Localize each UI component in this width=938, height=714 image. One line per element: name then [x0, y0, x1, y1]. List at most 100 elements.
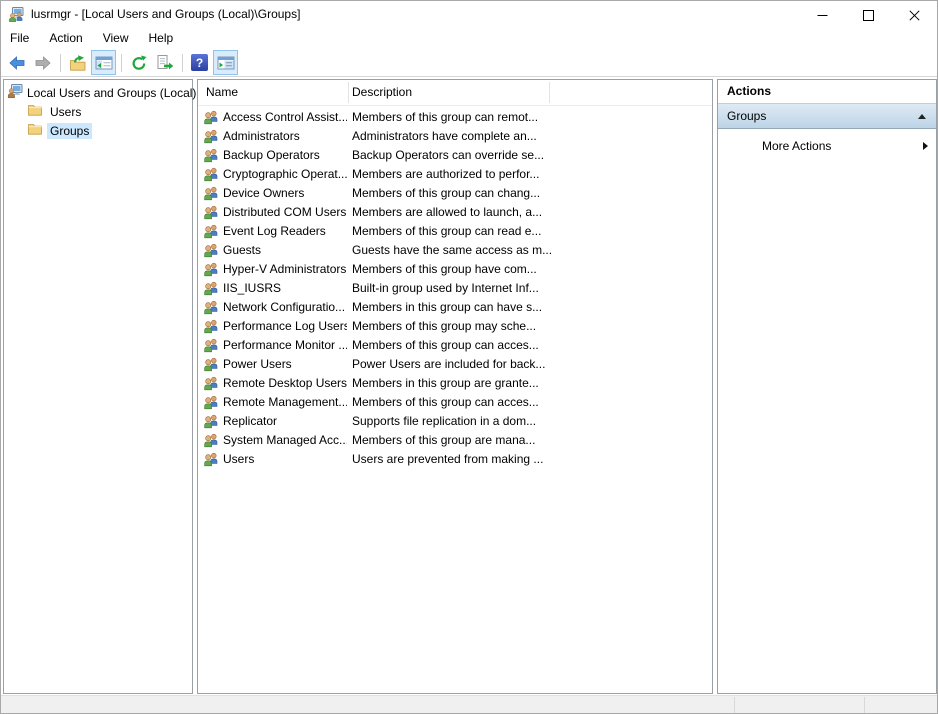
column-header-name[interactable]: Name: [206, 85, 238, 99]
menu-action[interactable]: Action: [47, 28, 92, 48]
tree-children: Users Groups: [4, 102, 192, 140]
table-row[interactable]: Network Configuratio... Members in this …: [198, 297, 712, 316]
group-list-pane: Name Description Access Control Assist..…: [197, 79, 713, 694]
group-list-body: Access Control Assist... Members of this…: [198, 107, 712, 468]
more-actions-item[interactable]: More Actions: [718, 136, 936, 156]
column-header-description[interactable]: Description: [352, 85, 412, 99]
group-icon-slot: [203, 413, 219, 429]
back-button[interactable]: [4, 50, 29, 75]
collapse-icon[interactable]: [918, 114, 926, 119]
table-row[interactable]: Performance Log Users Members of this gr…: [198, 316, 712, 335]
refresh-icon: [130, 54, 148, 72]
folder-icon: [27, 102, 43, 118]
group-description: Built-in group used by Internet Inf...: [352, 281, 539, 295]
folder-icon: [27, 121, 43, 137]
group-icon-slot: [203, 432, 219, 448]
group-icon: [203, 261, 219, 277]
show-hide-action-pane-button[interactable]: [213, 50, 238, 75]
maximize-button[interactable]: [845, 1, 891, 29]
group-icon-slot: [203, 223, 219, 239]
group-description: Members of this group can acces...: [352, 338, 539, 352]
menu-view[interactable]: View: [101, 28, 139, 48]
column-divider[interactable]: [348, 82, 349, 103]
menu-help[interactable]: Help: [147, 28, 184, 48]
group-icon-slot: [203, 166, 219, 182]
help-icon: ?: [191, 54, 208, 71]
table-row[interactable]: Performance Monitor ... Members of this …: [198, 335, 712, 354]
tree-item[interactable]: Users: [4, 102, 192, 121]
column-divider[interactable]: [549, 82, 550, 103]
window-title: lusrmgr - [Local Users and Groups (Local…: [31, 7, 300, 21]
tree-item-label: Groups: [47, 123, 92, 139]
group-description: Members in this group are grante...: [352, 376, 539, 390]
export-list-button[interactable]: [152, 50, 177, 75]
action-pane-icon: [217, 55, 235, 71]
table-row[interactable]: Device Owners Members of this group can …: [198, 183, 712, 202]
table-row[interactable]: Remote Desktop Users Members in this gro…: [198, 373, 712, 392]
back-icon: [8, 55, 26, 71]
list-header: Name Description: [198, 80, 712, 106]
group-icon-slot: [203, 147, 219, 163]
group-description: Members of this group can chang...: [352, 186, 540, 200]
close-button[interactable]: [891, 1, 937, 29]
tree-root-local-users-and-groups[interactable]: Local Users and Groups (Local): [4, 83, 192, 102]
minimize-button[interactable]: [799, 1, 845, 29]
group-icon: [203, 375, 219, 391]
group-icon: [203, 223, 219, 239]
actions-section-label: Groups: [727, 109, 766, 123]
actions-section-groups[interactable]: Groups: [718, 104, 936, 129]
group-icon: [203, 299, 219, 315]
table-row[interactable]: Hyper-V Administrators Members of this g…: [198, 259, 712, 278]
table-row[interactable]: Users Users are prevented from making ..…: [198, 449, 712, 468]
group-icon: [203, 147, 219, 163]
up-one-level-button[interactable]: [65, 50, 90, 75]
console-tree-icon: [95, 55, 113, 71]
status-bar-divider: [864, 697, 865, 713]
show-hide-console-tree-button[interactable]: [91, 50, 116, 75]
group-name: Access Control Assist...: [223, 110, 347, 124]
group-name: Guests: [223, 243, 261, 257]
group-description: Users are prevented from making ...: [352, 452, 543, 466]
refresh-button[interactable]: [126, 50, 151, 75]
toolbar: ?: [1, 49, 937, 77]
group-name: Power Users: [223, 357, 292, 371]
status-bar: [1, 695, 937, 713]
forward-button[interactable]: [30, 50, 55, 75]
group-description: Members in this group can have s...: [352, 300, 542, 314]
table-row[interactable]: Guests Guests have the same access as m.…: [198, 240, 712, 259]
group-name: Administrators: [223, 129, 300, 143]
group-icon-slot: [203, 375, 219, 391]
tree-item[interactable]: Groups: [4, 121, 192, 140]
group-icon-slot: [203, 356, 219, 372]
group-icon: [203, 356, 219, 372]
group-icon: [203, 318, 219, 334]
group-name: Distributed COM Users: [223, 205, 346, 219]
table-row[interactable]: Distributed COM Users Members are allowe…: [198, 202, 712, 221]
group-icon: [203, 432, 219, 448]
up-one-level-icon: [69, 54, 87, 72]
group-icon-slot: [203, 299, 219, 315]
table-row[interactable]: IIS_IUSRS Built-in group used by Interne…: [198, 278, 712, 297]
toolbar-separator: [60, 54, 61, 72]
table-row[interactable]: Administrators Administrators have compl…: [198, 126, 712, 145]
table-row[interactable]: Backup Operators Backup Operators can ov…: [198, 145, 712, 164]
app-icon[interactable]: [8, 6, 24, 22]
table-row[interactable]: Access Control Assist... Members of this…: [198, 107, 712, 126]
table-row[interactable]: Power Users Power Users are included for…: [198, 354, 712, 373]
group-name: Hyper-V Administrators: [223, 262, 346, 276]
group-name: Users: [223, 452, 254, 466]
table-row[interactable]: System Managed Acc... Members of this gr…: [198, 430, 712, 449]
help-button[interactable]: ?: [187, 50, 212, 75]
group-icon: [203, 109, 219, 125]
table-row[interactable]: Replicator Supports file replication in …: [198, 411, 712, 430]
export-list-icon: [156, 54, 174, 72]
group-name: Device Owners: [223, 186, 304, 200]
group-icon-slot: [203, 204, 219, 220]
table-row[interactable]: Remote Management... Members of this gro…: [198, 392, 712, 411]
table-row[interactable]: Event Log Readers Members of this group …: [198, 221, 712, 240]
group-icon: [203, 185, 219, 201]
menu-file[interactable]: File: [8, 28, 39, 48]
group-icon-slot: [203, 318, 219, 334]
table-row[interactable]: Cryptographic Operat... Members are auth…: [198, 164, 712, 183]
toolbar-separator: [182, 54, 183, 72]
